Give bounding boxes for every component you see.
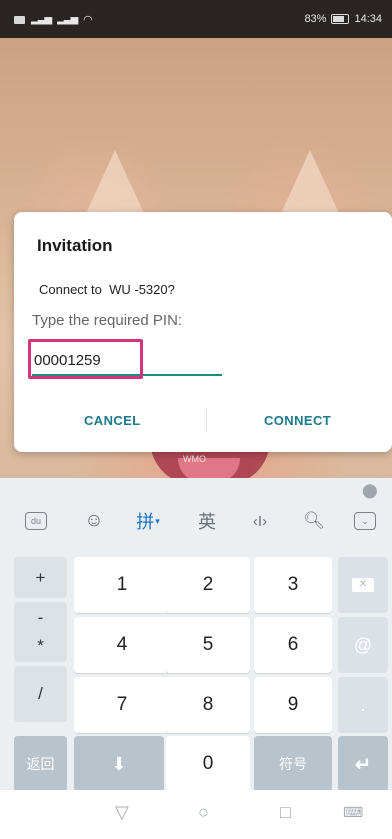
key-1[interactable]: 1 (74, 557, 170, 613)
key-back[interactable]: 返回 (14, 736, 67, 792)
status-left-icons: ▂▃▅ ▂▃▅ ◠ (14, 13, 93, 26)
battery-icon (331, 14, 350, 24)
english-toggle[interactable]: 英 (187, 506, 227, 536)
baidu-frame-icon: du (25, 512, 47, 530)
voice-input-key[interactable]: ⬇ (74, 736, 164, 792)
emoji-icon[interactable]: ☺ (74, 506, 114, 536)
cancel-button[interactable]: CANCEL (78, 408, 147, 432)
status-right-icons: 83% 14:34 (304, 13, 382, 25)
numeric-keyboard: ⬤ du ☺ 拼 ▾ 英 ‹I› 🔍︎ ⌄ + - * / 1 2 3 ✕ 4 5… (0, 478, 392, 792)
key-6[interactable]: 6 (254, 617, 332, 673)
key-7[interactable]: 7 (74, 677, 170, 733)
baidu-logo-icon[interactable]: du (16, 506, 56, 536)
circle-home-icon[interactable]: ○ (198, 802, 209, 823)
key-2[interactable]: 2 (166, 557, 250, 613)
key-3[interactable]: 3 (254, 557, 332, 613)
chevron-down-icon: ▾ (155, 515, 160, 526)
dialog-title: Invitation (37, 236, 113, 255)
sim-card-icon (14, 15, 25, 24)
dialog-message: Connect to WU -5320? (39, 282, 175, 297)
wallpaper-watermark: WMO (183, 454, 206, 464)
clock: 14:34 (354, 13, 382, 25)
signal-icon-sim2: ▂▃▅ (57, 14, 78, 25)
pin-input[interactable] (32, 346, 222, 376)
collapse-frame-icon: ⌄ (354, 512, 376, 530)
key-8[interactable]: 8 (166, 677, 250, 733)
pinyin-toggle[interactable]: 拼 ▾ (128, 506, 168, 536)
collapse-keyboard-icon[interactable]: ⌄ (345, 506, 385, 536)
key-4[interactable]: 4 (74, 617, 170, 673)
backspace-key[interactable]: ✕ (338, 557, 388, 613)
invitation-dialog: Invitation Connect to WU -5320? Type the… (14, 212, 392, 452)
status-bar: ▂▃▅ ▂▃▅ ◠ 83% 14:34 (0, 0, 392, 38)
keyboard-tip-icon[interactable]: ⬤ (362, 482, 378, 499)
battery-percent: 83% (304, 13, 327, 25)
key-divide[interactable]: / (14, 666, 67, 722)
cursor-move-icon[interactable]: ‹I› (240, 506, 280, 536)
signal-icon-sim1: ▂▃▅ (31, 14, 52, 25)
key-minus-multiply[interactable]: - * (14, 602, 67, 662)
pinyin-label: 拼 (136, 512, 155, 532)
key-plus[interactable]: + (14, 557, 67, 598)
enter-key[interactable]: ↵ (338, 736, 388, 792)
key-at[interactable]: @ (338, 617, 388, 673)
pin-label: Type the required PIN: (32, 312, 183, 329)
backspace-icon: ✕ (352, 578, 374, 592)
button-divider (206, 408, 207, 432)
key-5[interactable]: 5 (166, 617, 250, 673)
keyboard-toolbar: ⬤ du ☺ 拼 ▾ 英 ‹I› 🔍︎ ⌄ (0, 478, 392, 548)
triangle-back-icon[interactable]: ▽ (115, 802, 129, 823)
key-symbols[interactable]: 符号 (254, 736, 332, 792)
key-minus[interactable]: - (38, 608, 44, 628)
key-0[interactable]: 0 (166, 736, 250, 792)
square-recents-icon[interactable]: □ (280, 802, 291, 823)
connect-button[interactable]: CONNECT (258, 408, 337, 432)
keyboard-icon[interactable]: ⌨ (343, 804, 363, 821)
key-9[interactable]: 9 (254, 677, 332, 733)
key-multiply[interactable]: * (37, 636, 44, 656)
wifi-icon: ◠ (83, 14, 93, 26)
navigation-bar: ▽ ○ □ ⌨ (0, 790, 392, 839)
enter-icon: ↵ (354, 753, 372, 776)
key-dot[interactable]: . (338, 677, 388, 733)
search-icon[interactable]: 🔍︎ (294, 506, 334, 536)
microphone-icon: ⬇ (111, 753, 127, 774)
